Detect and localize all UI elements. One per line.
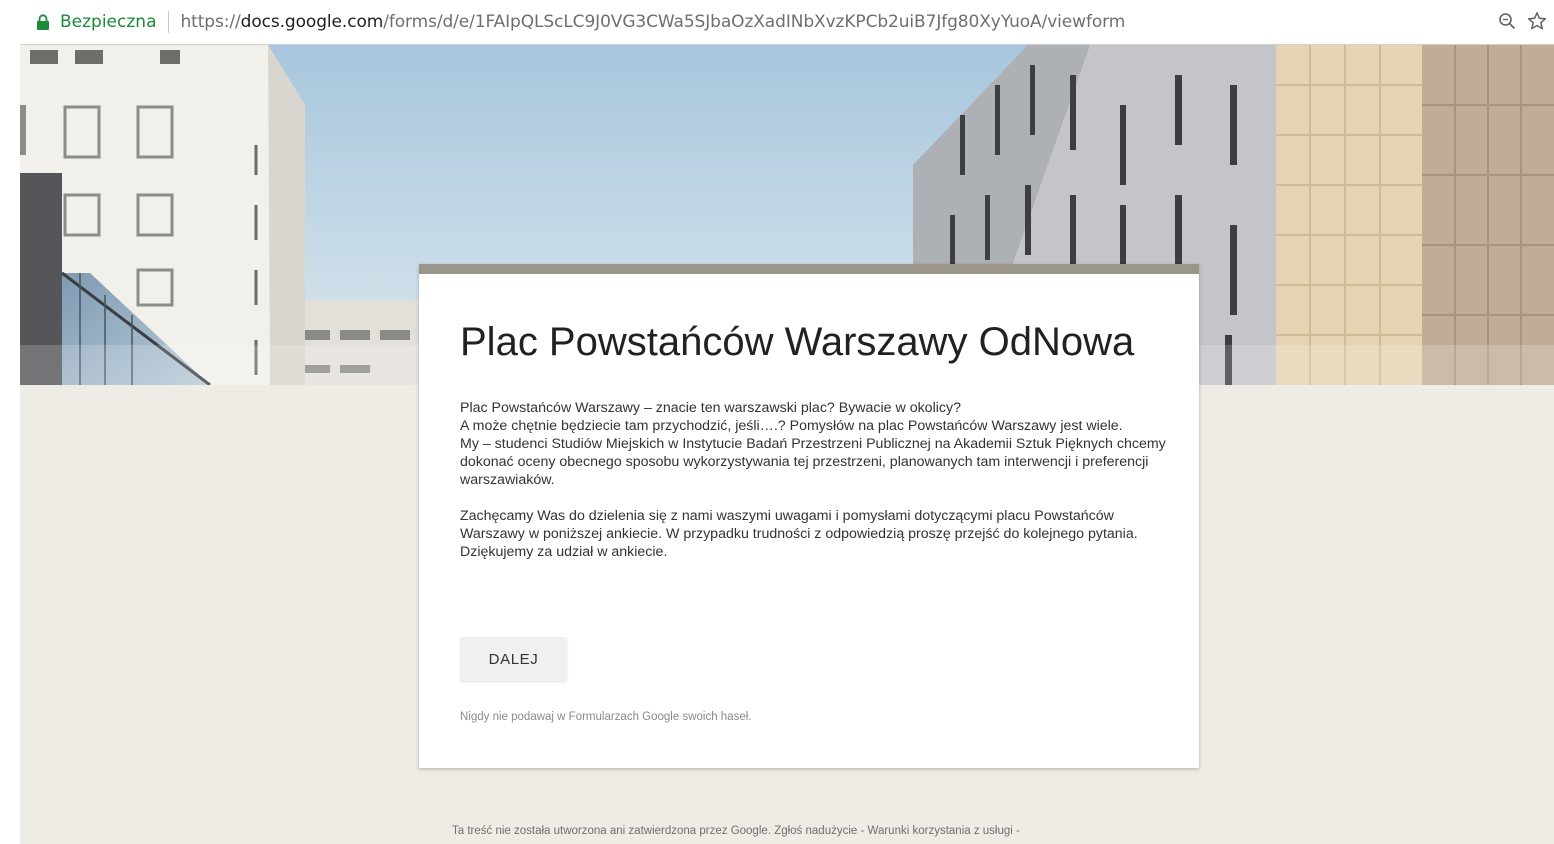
footer: Ta treść nie została utworzona ani zatwi…	[452, 825, 1020, 837]
url-scheme: https://	[180, 12, 241, 32]
form-card: Plac Powstańców Warszawy OdNowa Plac Pow…	[419, 264, 1199, 768]
screen: Bezpieczna https://docs.google.com/forms…	[0, 0, 1554, 844]
report-abuse-link[interactable]: Zgłoś nadużycie	[774, 825, 857, 837]
form-page: Plac Powstańców Warszawy OdNowa Plac Pow…	[20, 45, 1554, 844]
bookmark-star-icon[interactable]	[1526, 10, 1548, 32]
footer-trailing: -	[1012, 825, 1020, 837]
description-paragraph-2: Zachęcamy Was do dzielenia się z nami wa…	[460, 508, 1138, 560]
zoom-icon[interactable]	[1496, 10, 1518, 32]
description-line: My – studenci Studiów Miejskich w Instyt…	[460, 436, 1166, 488]
description-line: A może chętnie będziecie tam przychodzić…	[460, 418, 1123, 434]
description-line: Plac Powstańców Warszawy – znacie ten wa…	[460, 400, 961, 416]
lock-icon	[32, 11, 54, 33]
url-text[interactable]: https://docs.google.com/forms/d/e/1FAIpQ…	[180, 12, 1125, 32]
address-separator	[168, 11, 170, 33]
terms-link[interactable]: Warunki korzystania z usługi	[868, 825, 1013, 837]
form-title: Plac Powstańców Warszawy OdNowa	[460, 320, 1135, 364]
url-path: /forms/d/e/1FAIpQLScLC9J0VG3CWa5SJbaOzXa…	[383, 12, 1126, 32]
next-button[interactable]: DALEJ	[460, 637, 567, 681]
browser-address-bar[interactable]: Bezpieczna https://docs.google.com/forms…	[20, 0, 1554, 45]
url-host: docs.google.com	[240, 12, 384, 32]
secure-label[interactable]: Bezpieczna	[60, 12, 156, 32]
form-description: Plac Powstańców Warszawy – znacie ten wa…	[460, 399, 1172, 561]
footer-separator: -	[857, 825, 868, 837]
address-bar-actions	[1496, 10, 1548, 32]
password-warning: Nigdy nie podawaj w Formularzach Google …	[460, 711, 752, 723]
description-paragraph-1: Plac Powstańców Warszawy – znacie ten wa…	[460, 399, 1172, 489]
footer-disclaimer: Ta treść nie została utworzona ani zatwi…	[452, 825, 771, 837]
